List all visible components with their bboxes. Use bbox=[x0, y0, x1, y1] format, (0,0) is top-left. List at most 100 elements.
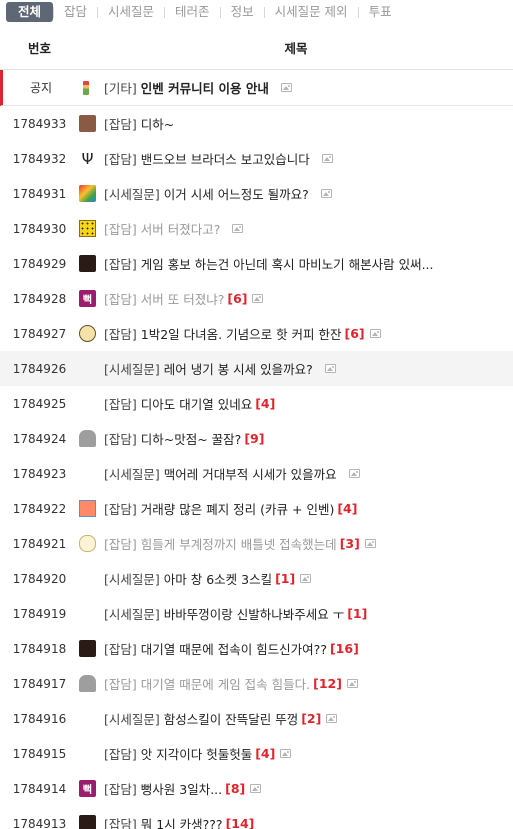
post-title-link[interactable]: [잡담] 대기열 때문에 접속이 힘드신가여?? [16] bbox=[104, 639, 513, 658]
tab-0[interactable]: 전체 bbox=[6, 2, 54, 22]
post-subject: 서버 터졌다고? bbox=[140, 222, 221, 237]
post-title-link[interactable]: [시세질문] 레어 냉기 봉 시세 있을까요? bbox=[104, 359, 513, 378]
post-title-link[interactable]: [잡담] 뭐 1시 카생??? [14] bbox=[104, 814, 513, 829]
post-row[interactable]: 1784933 [잡담] 디하~ bbox=[0, 106, 513, 141]
image-attachment-icon bbox=[252, 294, 264, 303]
post-row[interactable]: 1784919 [시세질문] 바바뚜껑이랑 신발하나봐주세요 ㅜ [1] bbox=[0, 596, 513, 631]
post-title-link[interactable]: [잡담] 게임 홍보 하는건 아닌데 혹시 마비노기 해본사람 있써... bbox=[104, 254, 513, 273]
image-attachment-icon bbox=[326, 714, 338, 723]
author-icon-cell bbox=[79, 115, 104, 132]
post-title-link[interactable]: [잡담] 서버 터졌다고? bbox=[104, 219, 513, 238]
post-title-link[interactable]: [시세질문] 바바뚜껑이랑 신발하나봐주세요 ㅜ [1] bbox=[104, 604, 513, 623]
post-row[interactable]: 1784926 [시세질문] 레어 냉기 봉 시세 있을까요? bbox=[0, 351, 513, 386]
post-title-link[interactable]: [시세질문] 함성스킬이 잔뜩달린 뚜껑 [2] bbox=[104, 709, 513, 728]
post-number: 1784926 bbox=[12, 361, 67, 376]
comment-count[interactable]: [8] bbox=[225, 781, 245, 796]
post-row[interactable]: 1784918 [잡담] 대기열 때문에 접속이 힘드신가여?? [16] bbox=[0, 631, 513, 666]
girl-avatar-icon bbox=[79, 815, 96, 829]
comment-count[interactable]: [4] bbox=[255, 396, 275, 411]
post-category: [시세질문] bbox=[104, 607, 160, 622]
post-title-link[interactable]: [잡담] 디아도 대기열 있네요 [4] bbox=[104, 394, 513, 413]
post-title-link[interactable]: [잡담] 디하~맛점~ 꿀잠? [9] bbox=[104, 429, 513, 448]
comment-count[interactable]: [9] bbox=[244, 431, 264, 446]
post-subject: 바바뚜껑이랑 신발하나봐주세요 ㅜ bbox=[163, 607, 345, 622]
comment-count[interactable]: [6] bbox=[227, 291, 247, 306]
post-row[interactable]: 1784913 [잡담] 뭐 1시 카생??? [14] bbox=[0, 806, 513, 829]
comment-count[interactable]: [1] bbox=[347, 606, 367, 621]
comment-count[interactable]: [16] bbox=[330, 641, 359, 656]
post-category: [잡담] bbox=[104, 747, 137, 762]
post-subject: 디하~ bbox=[140, 117, 175, 132]
post-number: 1784929 bbox=[12, 256, 67, 271]
post-title-link[interactable]: [시세질문] 아마 창 6소켓 3스킬 [1] bbox=[104, 569, 513, 588]
post-row[interactable]: 1784931 [시세질문] 이거 시세 어느정도 될까요? bbox=[0, 176, 513, 211]
notice-subject: 인벤 커뮤니티 이용 안내 bbox=[140, 81, 269, 96]
comment-count[interactable]: [12] bbox=[313, 676, 342, 691]
post-subject: 서버 또 터졌냐? bbox=[140, 292, 225, 307]
post-row[interactable]: 1784921 [잡담] 힘들게 부계정까지 배틀넷 접속했는데 [3] bbox=[0, 526, 513, 561]
post-title-link[interactable]: [잡담] 밴드오브 브라더스 보고있습니다 bbox=[104, 149, 513, 168]
post-row[interactable]: 1784920 [시세질문] 아마 창 6소켓 3스킬 [1] bbox=[0, 561, 513, 596]
post-row[interactable]: 1784922 [잡담] 거래량 많은 폐지 정리 (카큐 + 인벤) [4] bbox=[0, 491, 513, 526]
post-subject: 함성스킬이 잔뜩달린 뚜껑 bbox=[163, 712, 299, 727]
post-row[interactable]: 1784914 뻑 [잡담] 뻥사원 3일차... [8] bbox=[0, 771, 513, 806]
post-subject: 힘들게 부계정까지 배틀넷 접속했는데 bbox=[140, 537, 337, 552]
column-header-number: 번호 bbox=[27, 41, 51, 56]
rock-avatar-icon bbox=[79, 430, 96, 447]
post-title-link[interactable]: [시세질문] 맥어레 거대부적 시세가 있을까요 bbox=[104, 464, 513, 483]
comment-count[interactable]: [2] bbox=[301, 711, 321, 726]
post-row[interactable]: 1784924 [잡담] 디하~맛점~ 꿀잠? [9] bbox=[0, 421, 513, 456]
post-subject: 레어 냉기 봉 시세 있을까요? bbox=[163, 362, 313, 377]
tab-2[interactable]: 시세질문 bbox=[98, 2, 164, 22]
tab-4[interactable]: 정보 bbox=[221, 2, 264, 22]
girl-avatar-icon bbox=[79, 255, 96, 272]
author-icon-cell bbox=[79, 675, 104, 692]
post-category: [시세질문] bbox=[104, 187, 160, 202]
post-row[interactable]: 1784917 [잡담] 대기열 때문에 게임 접속 힘들다. [12] bbox=[0, 666, 513, 701]
post-category: [시세질문] bbox=[104, 362, 160, 377]
comment-count[interactable]: [4] bbox=[255, 746, 275, 761]
post-number: 1784930 bbox=[12, 221, 67, 236]
notice-title-link[interactable]: [기타] 인벤 커뮤니티 이용 안내 bbox=[104, 78, 513, 97]
post-row[interactable]: 1784923 [시세질문] 맥어레 거대부적 시세가 있을까요 bbox=[0, 456, 513, 491]
post-number: 1784918 bbox=[12, 641, 67, 656]
column-header-title: 제목 bbox=[284, 41, 308, 56]
post-row[interactable]: 1784930 [잡담] 서버 터졌다고? bbox=[0, 211, 513, 246]
post-title-link[interactable]: [잡담] 서버 또 터졌냐? [6] bbox=[104, 289, 513, 308]
post-row[interactable]: 1784925 [잡담] 디아도 대기열 있네요 [4] bbox=[0, 386, 513, 421]
comment-count[interactable]: [6] bbox=[345, 326, 365, 341]
post-subject: 뻥사원 3일차... bbox=[140, 782, 223, 797]
post-title-link[interactable]: [시세질문] 이거 시세 어느정도 될까요? bbox=[104, 184, 513, 203]
comment-count[interactable]: [14] bbox=[226, 816, 255, 829]
comment-count[interactable]: [1] bbox=[275, 571, 295, 586]
post-number: 1784914 bbox=[12, 781, 67, 796]
post-number: 1784927 bbox=[12, 326, 67, 341]
post-row[interactable]: 1784932 Ψ [잡담] 밴드오브 브라더스 보고있습니다 bbox=[0, 141, 513, 176]
post-row[interactable]: 1784916 [시세질문] 함성스킬이 잔뜩달린 뚜껑 [2] bbox=[0, 701, 513, 736]
colorful-avatar-icon bbox=[79, 185, 96, 202]
tab-1[interactable]: 잡담 bbox=[54, 2, 97, 22]
post-category: [잡담] bbox=[104, 117, 137, 132]
author-icon-cell bbox=[79, 815, 104, 829]
post-row[interactable]: 1784915 [잡담] 앗 지각이다 헛둘헛둘 [4] bbox=[0, 736, 513, 771]
post-subject: 대기열 때문에 접속이 힘드신가여?? bbox=[140, 642, 327, 657]
post-title-link[interactable]: [잡담] 힘들게 부계정까지 배틀넷 접속했는데 [3] bbox=[104, 534, 513, 553]
post-title-link[interactable]: [잡담] 1박2일 다녀옴. 기념으로 핫 커피 한잔 [6] bbox=[104, 324, 513, 343]
notice-row[interactable]: 공지 [기타] 인벤 커뮤니티 이용 안내 bbox=[0, 70, 513, 106]
post-title-link[interactable]: [잡담] 앗 지각이다 헛둘헛둘 [4] bbox=[104, 744, 513, 763]
comment-count[interactable]: [4] bbox=[337, 501, 357, 516]
notice-bookmark-icon bbox=[79, 80, 104, 95]
post-title-link[interactable]: [잡담] 대기열 때문에 게임 접속 힘들다. [12] bbox=[104, 674, 513, 693]
post-number: 1784923 bbox=[12, 466, 67, 481]
post-title-link[interactable]: [잡담] 거래량 많은 폐지 정리 (카큐 + 인벤) [4] bbox=[104, 499, 513, 518]
tab-5[interactable]: 시세질문 제외 bbox=[265, 2, 358, 22]
tab-6[interactable]: 투표 bbox=[359, 2, 402, 22]
tab-3[interactable]: 테러존 bbox=[165, 2, 220, 22]
post-title-link[interactable]: [잡담] 디하~ bbox=[104, 114, 513, 133]
post-row[interactable]: 1784929 [잡담] 게임 홍보 하는건 아닌데 혹시 마비노기 해본사람 있써… bbox=[0, 246, 513, 281]
post-row[interactable]: 1784928 뻑 [잡담] 서버 또 터졌냐? [6] bbox=[0, 281, 513, 316]
image-attachment-icon bbox=[250, 784, 262, 793]
post-row[interactable]: 1784927 [잡담] 1박2일 다녀옴. 기념으로 핫 커피 한잔 [6] bbox=[0, 316, 513, 351]
post-title-link[interactable]: [잡담] 뻥사원 3일차... [8] bbox=[104, 779, 513, 798]
comment-count[interactable]: [3] bbox=[340, 536, 360, 551]
